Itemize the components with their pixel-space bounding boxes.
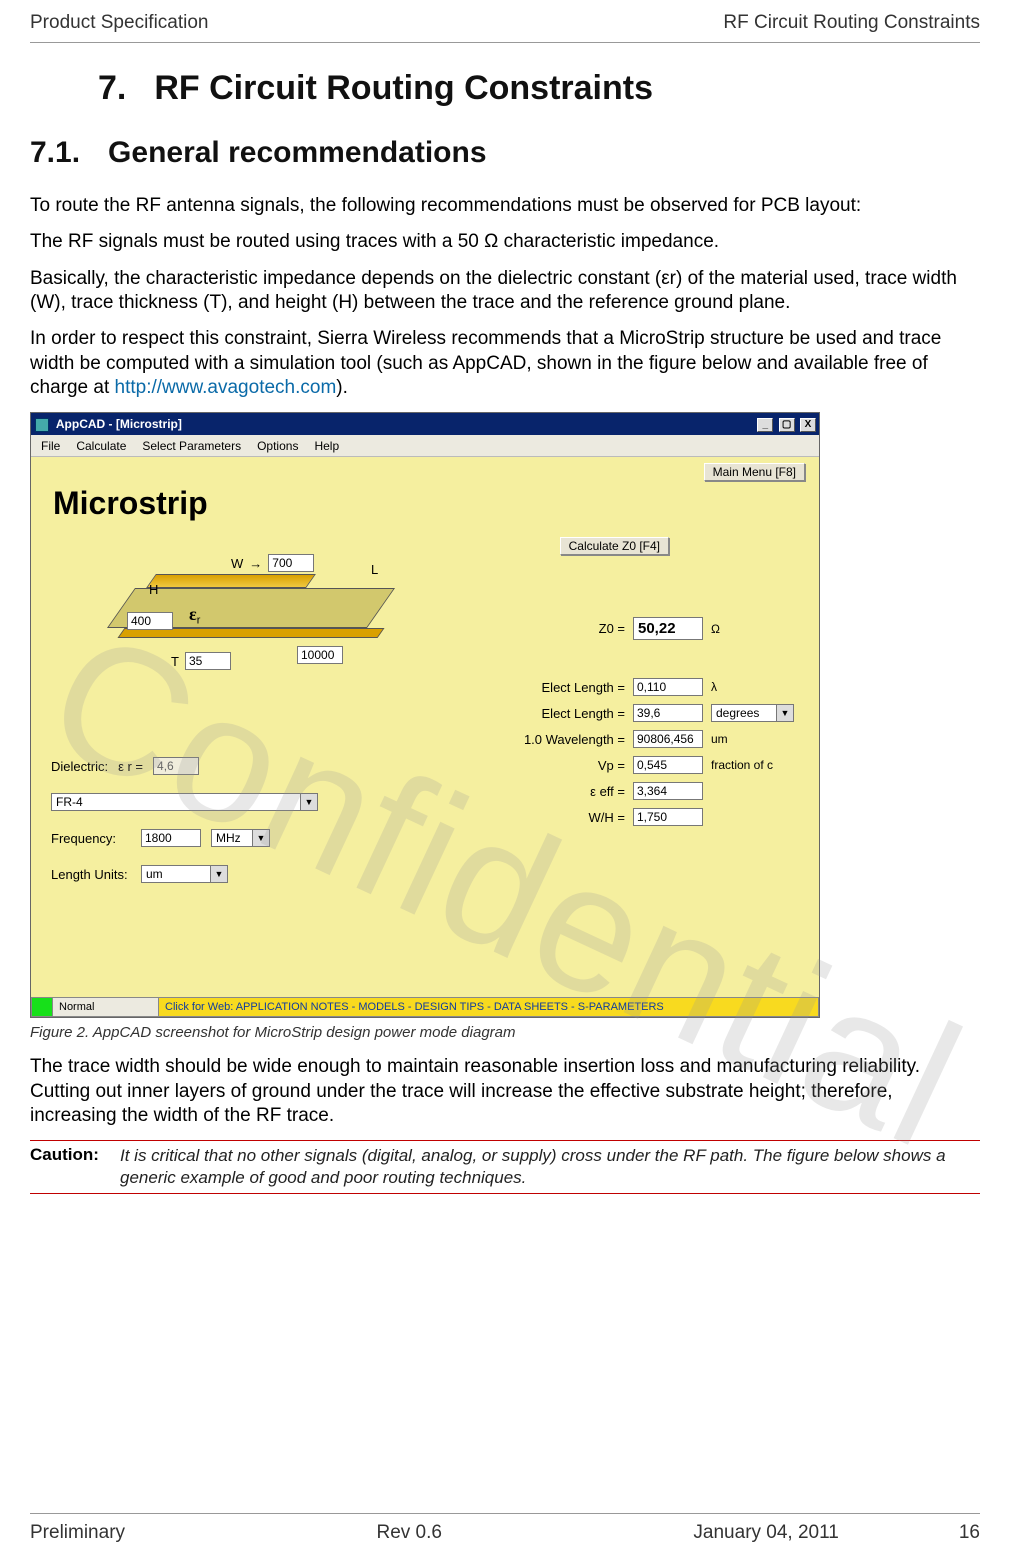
footer-left: Preliminary [30,1522,125,1544]
frequency-label: Frequency: [51,831,131,846]
calculate-button[interactable]: Calculate Z0 [F4] [560,537,669,555]
footer-rev: Rev 0.6 [376,1522,441,1544]
subsection-number: 7.1. [30,136,80,170]
wh-label: W/H = [485,810,625,825]
section-heading: 7. RF Circuit Routing Constraints [98,69,980,108]
l-label: L [371,562,378,577]
microstrip-diagram: W → 700 H 400 T 35 L 10000 εr [81,526,421,706]
w-label: W [231,556,243,571]
z0-label: Z0 = [485,621,625,636]
figure-caption: Figure 2. AppCAD screenshot for MicroStr… [30,1024,980,1041]
minimize-button[interactable]: _ [757,418,773,432]
length-units-label: Length Units: [51,867,131,882]
status-mode: Normal [53,997,159,1017]
paragraph: To route the RF antenna signals, the fol… [30,194,980,218]
er-sub: r [197,615,201,627]
menubar: File Calculate Select Parameters Options… [31,435,819,457]
t-label: T [171,654,179,669]
caution-text: It is critical that no other signals (di… [120,1145,980,1189]
app-icon [35,418,49,432]
chevron-down-icon: ▼ [301,793,318,811]
right-results: Z0 = 50,22 Ω Elect Length = 0,110 λ Elec… [437,617,797,834]
chevron-down-icon: ▼ [253,829,270,847]
dielectric-combo[interactable]: FR-4 ▼ [51,793,318,811]
er-value: 4,6 [153,757,199,775]
close-button[interactable]: X [800,418,816,432]
frequency-unit-combo[interactable]: MHz ▼ [211,829,270,847]
maximize-button[interactable]: ▢ [779,418,795,432]
elect-length-lambda-value: 0,110 [633,678,703,696]
chevron-down-icon: ▼ [777,704,794,722]
section-title: RF Circuit Routing Constraints [154,69,653,108]
length-units-value: um [141,865,211,883]
wh-value: 1,750 [633,808,703,826]
paragraph: The RF signals must be routed using trac… [30,230,980,254]
dielectric-label: Dielectric: [51,759,108,774]
titlebar: AppCAD - [Microstrip] _ ▢ X [31,413,819,435]
elect-length-lambda-label: Elect Length = [485,680,625,695]
h-label: H [149,582,158,597]
vp-value: 0,545 [633,756,703,774]
er-equals-label: ε r = [118,759,143,774]
z0-unit: Ω [711,622,797,636]
external-link[interactable]: http://www.avagotech.com [115,377,337,398]
frequency-input[interactable]: 1800 [141,829,201,847]
status-led [31,997,53,1017]
elect-length-deg-label: Elect Length = [485,706,625,721]
appcad-window: AppCAD - [Microstrip] _ ▢ X File Calcula… [30,412,820,1018]
text: characteristic impedance. [498,231,719,252]
appcad-canvas: Main Menu [F8] Calculate Z0 [F4] Microst… [31,457,819,997]
header-right: RF Circuit Routing Constraints [723,12,980,34]
paragraph: Basically, the characteristic impedance … [30,267,980,316]
page-footer: Preliminary Rev 0.6 January 04, 2011 16 [30,1513,980,1544]
degrees-unit: degrees [711,704,777,722]
page-header: Product Specification RF Circuit Routing… [30,12,980,43]
subsection-title: General recommendations [108,136,486,170]
menu-item[interactable]: Calculate [76,439,126,453]
paragraph: The trace width should be wide enough to… [30,1055,980,1128]
text: ). [336,377,348,398]
statusbar: Normal Click for Web: APPLICATION NOTES … [31,997,819,1017]
degrees-combo[interactable]: degrees ▼ [711,704,797,722]
z0-value: 50,22 [633,617,703,640]
menu-item[interactable]: Options [257,439,298,453]
wavelength-value: 90806,456 [633,730,703,748]
header-left: Product Specification [30,12,209,34]
menu-item[interactable]: Select Parameters [142,439,241,453]
paragraph: In order to respect this constraint, Sie… [30,327,980,400]
menu-item[interactable]: File [41,439,60,453]
left-parameters: Dielectric: ε r = 4,6 FR-4 ▼ Frequency: … [51,757,381,901]
l-input[interactable]: 10000 [297,646,343,664]
trace-slab [146,574,316,588]
vp-label: Vp = [485,758,625,773]
eeff-label: ε eff = [485,784,625,799]
subsection-heading: 7.1. General recommendations [30,136,980,170]
elect-length-deg-value: 39,6 [633,704,703,722]
main-menu-button[interactable]: Main Menu [F8] [704,463,805,481]
status-banner-link[interactable]: Click for Web: APPLICATION NOTES - MODEL… [159,997,819,1017]
caution-label: Caution: [30,1145,110,1189]
dielectric-combo-value: FR-4 [51,793,301,811]
canvas-title: Microstrip [53,485,809,522]
t-input[interactable]: 35 [185,652,231,670]
menu-item[interactable]: Help [314,439,339,453]
lambda-unit: λ [711,680,797,694]
er-symbol: ε [189,604,197,624]
text: The RF signals must be routed using trac… [30,231,484,252]
vp-unit: fraction of c [711,758,797,772]
eeff-value: 3,364 [633,782,703,800]
length-units-combo[interactable]: um ▼ [141,865,228,883]
footer-page: 16 [959,1522,980,1544]
section-number: 7. [98,69,126,108]
wavelength-label: 1.0 Wavelength = [485,732,625,747]
w-input[interactable]: 700 [268,554,314,572]
chevron-down-icon: ▼ [211,865,228,883]
footer-date: January 04, 2011 [693,1522,838,1544]
window-title: AppCAD - [Microstrip] [56,417,182,431]
frequency-unit: MHz [211,829,253,847]
wavelength-unit: um [711,732,797,746]
h-input[interactable]: 400 [127,612,173,630]
ohm-symbol: Ω [484,231,498,252]
caution-box: Caution: It is critical that no other si… [30,1140,980,1194]
